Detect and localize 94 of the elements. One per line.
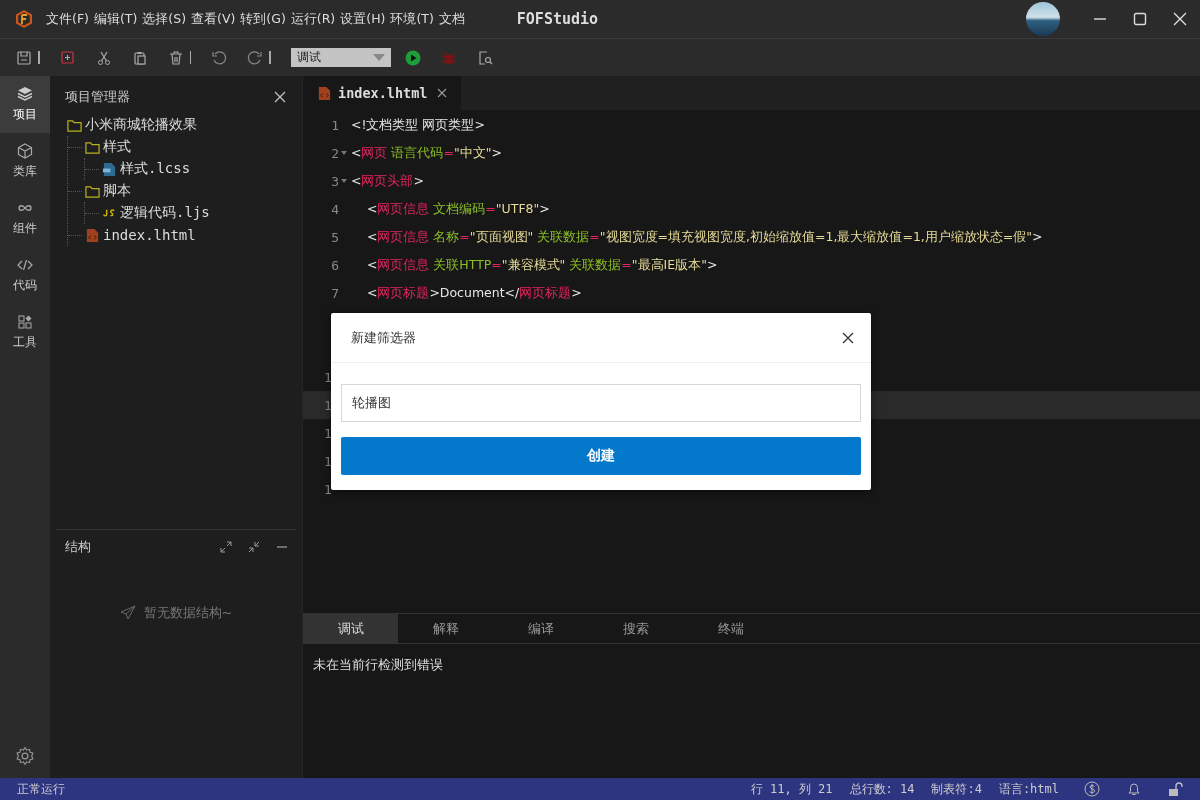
panel-title: 项目管理器 — [65, 88, 130, 106]
code-line: <网页信息 关联HTTP="兼容模式" 关联数据="最高IE版本"> — [365, 256, 718, 274]
cut-icon[interactable] — [95, 49, 112, 66]
run-icon[interactable] — [404, 49, 421, 66]
expand-icon[interactable] — [220, 541, 232, 553]
maximize-icon[interactable] — [1133, 12, 1147, 26]
folder-icon — [67, 117, 82, 133]
line-number: 4 — [330, 201, 339, 217]
panel-tab[interactable]: 终端 — [683, 614, 778, 643]
collapse-icon[interactable] — [248, 541, 260, 553]
close-icon[interactable] — [842, 331, 854, 344]
bell-icon[interactable] — [1126, 781, 1142, 797]
html-file-icon — [317, 85, 332, 101]
unlocked-icon[interactable] — [1168, 781, 1184, 797]
status-item[interactable]: 总行数: 14 — [849, 780, 915, 798]
line-number: 5 — [330, 229, 339, 245]
tree-item[interactable]: 逻辑代码.ljs — [120, 204, 210, 222]
editor-tab[interactable]: index.lhtml — [303, 76, 462, 110]
status-item[interactable]: 行 11, 列 21 — [750, 780, 833, 798]
paper-plane-icon — [119, 605, 136, 621]
dollar-icon[interactable] — [1084, 781, 1100, 797]
tree-item[interactable]: 小米商城轮播效果 — [85, 116, 197, 134]
caret-icon — [372, 54, 385, 61]
line-number: 7 — [330, 285, 339, 301]
line-number: 1 — [323, 481, 332, 497]
tree-item[interactable]: 脚本 — [103, 182, 131, 200]
folder-icon — [85, 183, 100, 199]
menu-item[interactable]: 选择(S) — [142, 10, 187, 28]
status-text: 正常运行 — [17, 780, 65, 798]
menu-item[interactable]: 转到(G) — [240, 10, 286, 28]
line-number: 1 — [323, 397, 332, 413]
panel-tab[interactable]: 解释 — [398, 614, 493, 643]
code-icon — [17, 257, 33, 273]
code-line: <网页标题>Document</网页标题> — [365, 284, 582, 302]
panel-tab[interactable]: 编译 — [493, 614, 588, 643]
line-number: 2 — [330, 145, 339, 161]
name-input-field[interactable]: 轮播图 — [341, 384, 861, 422]
code-line: <!文档类型 网页类型> — [351, 116, 485, 134]
menu-item[interactable]: 查看(V) — [191, 10, 236, 28]
delete-icon[interactable] — [167, 49, 184, 66]
fold-caret-icon[interactable] — [341, 179, 347, 183]
code-line: <网页信息 文档编码="UTF8"> — [365, 200, 550, 218]
cube-icon — [17, 143, 33, 159]
code-line: <网页头部> — [351, 172, 424, 190]
undo-icon[interactable] — [211, 49, 227, 66]
menu-item[interactable]: 文档 — [438, 10, 465, 28]
tree-item[interactable]: 样式.lcss — [120, 160, 191, 178]
status-item[interactable]: 制表符:4 — [931, 780, 982, 798]
redo-icon[interactable] — [247, 49, 263, 66]
activity-tab[interactable]: 项目 — [0, 76, 50, 133]
close-icon[interactable] — [437, 88, 448, 98]
create-button[interactable]: 创建 — [341, 437, 861, 475]
tree-item[interactable]: 样式 — [103, 138, 131, 156]
activity-tab[interactable]: 组件 — [0, 190, 50, 247]
dialog-title: 新建筛选器 — [351, 328, 416, 347]
avatar-image[interactable] — [1026, 2, 1060, 36]
status-item[interactable]: 语言:html — [998, 780, 1059, 798]
code-line: <网页信息 名称="页面视图" 关联数据="视图宽度=填充视图宽度,初始缩放值=1,最大缩放值=1,用户缩放状态=假"> — [365, 228, 1043, 246]
menu-item[interactable]: 设置(H) — [340, 10, 386, 28]
line-number: 1 — [330, 117, 339, 133]
line-number: 1 — [323, 369, 332, 385]
line-number: 1 — [323, 425, 332, 441]
close-icon[interactable] — [274, 91, 286, 103]
menu-item[interactable]: 文件(F) — [46, 10, 89, 28]
mode-select[interactable]: 调试 — [290, 48, 391, 67]
window-title: FOFStudio — [516, 10, 599, 28]
grid-icon — [17, 314, 33, 330]
line-number: 1 — [323, 453, 332, 469]
css-file-icon — [102, 161, 117, 177]
app-logo-icon — [14, 9, 34, 29]
output-message: 未在当前行检测到错误 — [312, 656, 444, 674]
line-number: 6 — [330, 257, 339, 273]
fold-caret-icon[interactable] — [341, 151, 347, 155]
code-line: <网页 语言代码="中文"> — [351, 144, 502, 162]
activity-tab[interactable]: 工具 — [0, 304, 50, 361]
activity-tab[interactable]: 代码 — [0, 247, 50, 304]
save-icon[interactable] — [16, 49, 32, 66]
line-number: 3 — [330, 173, 339, 189]
panel-tab[interactable]: 调试 — [303, 614, 398, 643]
folder-icon — [85, 139, 100, 155]
html-file-icon — [85, 227, 100, 243]
panel-title: 结构 — [65, 538, 91, 556]
menu-item[interactable]: 编辑(T) — [93, 10, 138, 28]
menu-item[interactable]: 运行(R) — [290, 10, 336, 28]
menu-item[interactable]: 环境(T) — [390, 10, 434, 28]
layers-icon — [17, 86, 33, 102]
panel-tab[interactable]: 搜索 — [588, 614, 683, 643]
activity-tab[interactable]: 类库 — [0, 133, 50, 190]
empty-message: 暂无数据结构~ — [143, 604, 233, 622]
settings-icon[interactable] — [15, 746, 35, 766]
paste-icon[interactable] — [131, 49, 148, 66]
tree-item[interactable]: index.lhtml — [103, 227, 196, 243]
new-file-icon[interactable] — [59, 49, 76, 66]
file-search-icon[interactable] — [476, 49, 493, 66]
